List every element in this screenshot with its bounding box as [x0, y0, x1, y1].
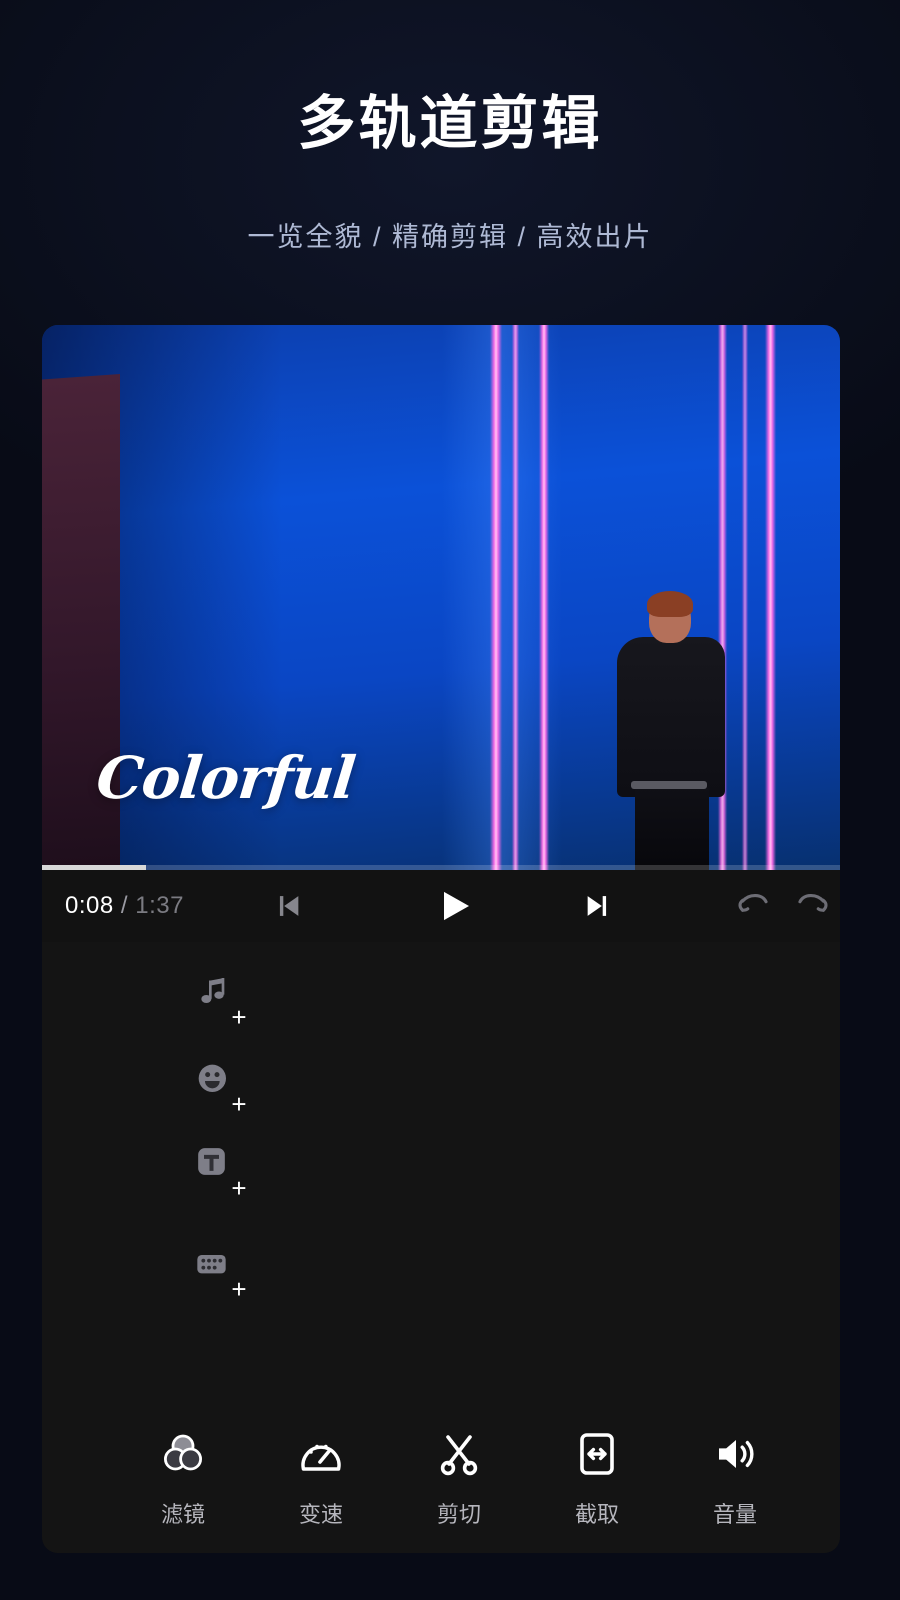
- tool-label: 变速: [298, 1501, 343, 1527]
- play-icon[interactable]: [434, 886, 474, 926]
- tool-label: 音量: [712, 1501, 757, 1527]
- film-strip-add-icon[interactable]: +: [194, 1245, 247, 1302]
- skip-previous-icon[interactable]: [270, 889, 304, 923]
- tool-label: 滤镜: [160, 1501, 205, 1527]
- video-preview[interactable]: Colorful: [42, 325, 840, 870]
- volume-icon: [711, 1430, 759, 1483]
- add-badge: +: [231, 1002, 247, 1032]
- page-subtitle: 一览全貌 / 精确剪辑 / 高效出片: [247, 222, 653, 252]
- time-display: 0:08 / 1:37: [65, 892, 184, 920]
- time-separator: /: [120, 892, 129, 919]
- add-badge: +: [231, 1173, 247, 1203]
- tool-filter[interactable]: 滤镜: [114, 1430, 252, 1529]
- neon-light: [512, 325, 519, 870]
- filter-circles-icon: [159, 1430, 207, 1483]
- tool-speed[interactable]: 变速: [252, 1430, 390, 1529]
- text-add-icon[interactable]: +: [194, 1144, 247, 1201]
- preview-person: [587, 591, 747, 870]
- bottom-toolbar: 滤镜 变速 剪切 截取 音量: [42, 1405, 840, 1553]
- music-note-add-icon[interactable]: +: [194, 973, 247, 1030]
- crop-arrows-icon: [573, 1430, 621, 1483]
- tool-crop[interactable]: 截取: [528, 1430, 666, 1529]
- current-time: 0:08: [65, 892, 114, 919]
- neon-light: [765, 325, 776, 870]
- neon-light: [539, 325, 549, 870]
- preview-overlay-text: Colorful: [93, 744, 358, 812]
- skip-next-icon[interactable]: [582, 889, 616, 923]
- add-badge: +: [231, 1274, 247, 1304]
- tool-delete[interactable]: 删除: [804, 1430, 840, 1529]
- tool-volume[interactable]: 音量: [666, 1430, 804, 1529]
- scissors-icon: [435, 1430, 483, 1483]
- page-title: 多轨道剪辑: [297, 91, 603, 156]
- neon-light: [490, 325, 502, 870]
- tool-cut[interactable]: 剪切: [390, 1430, 528, 1529]
- redo-icon[interactable]: [792, 889, 832, 923]
- speed-gauge-icon: [297, 1430, 345, 1483]
- add-badge: +: [231, 1089, 247, 1119]
- tool-label: 剪切: [436, 1501, 481, 1527]
- tool-label: 截取: [574, 1501, 619, 1527]
- timeline[interactable]: + ONE WAY TICKET + 🎉 11.8s 点击添加贴纸 +: [42, 942, 840, 1420]
- editor-panel: Colorful 0:08 / 1:37 + + + + 滤镜 变速 剪切 截取…: [42, 325, 840, 1553]
- screen-root: 多轨道剪辑 一览全貌 / 精确剪辑 / 高效出片 Colorful 0:08 /…: [0, 0, 900, 1600]
- player-controls: 0:08 / 1:37: [42, 870, 840, 942]
- sticker-face-add-icon[interactable]: +: [194, 1060, 247, 1117]
- undo-icon[interactable]: [734, 889, 774, 923]
- total-time: 1:37: [135, 892, 184, 919]
